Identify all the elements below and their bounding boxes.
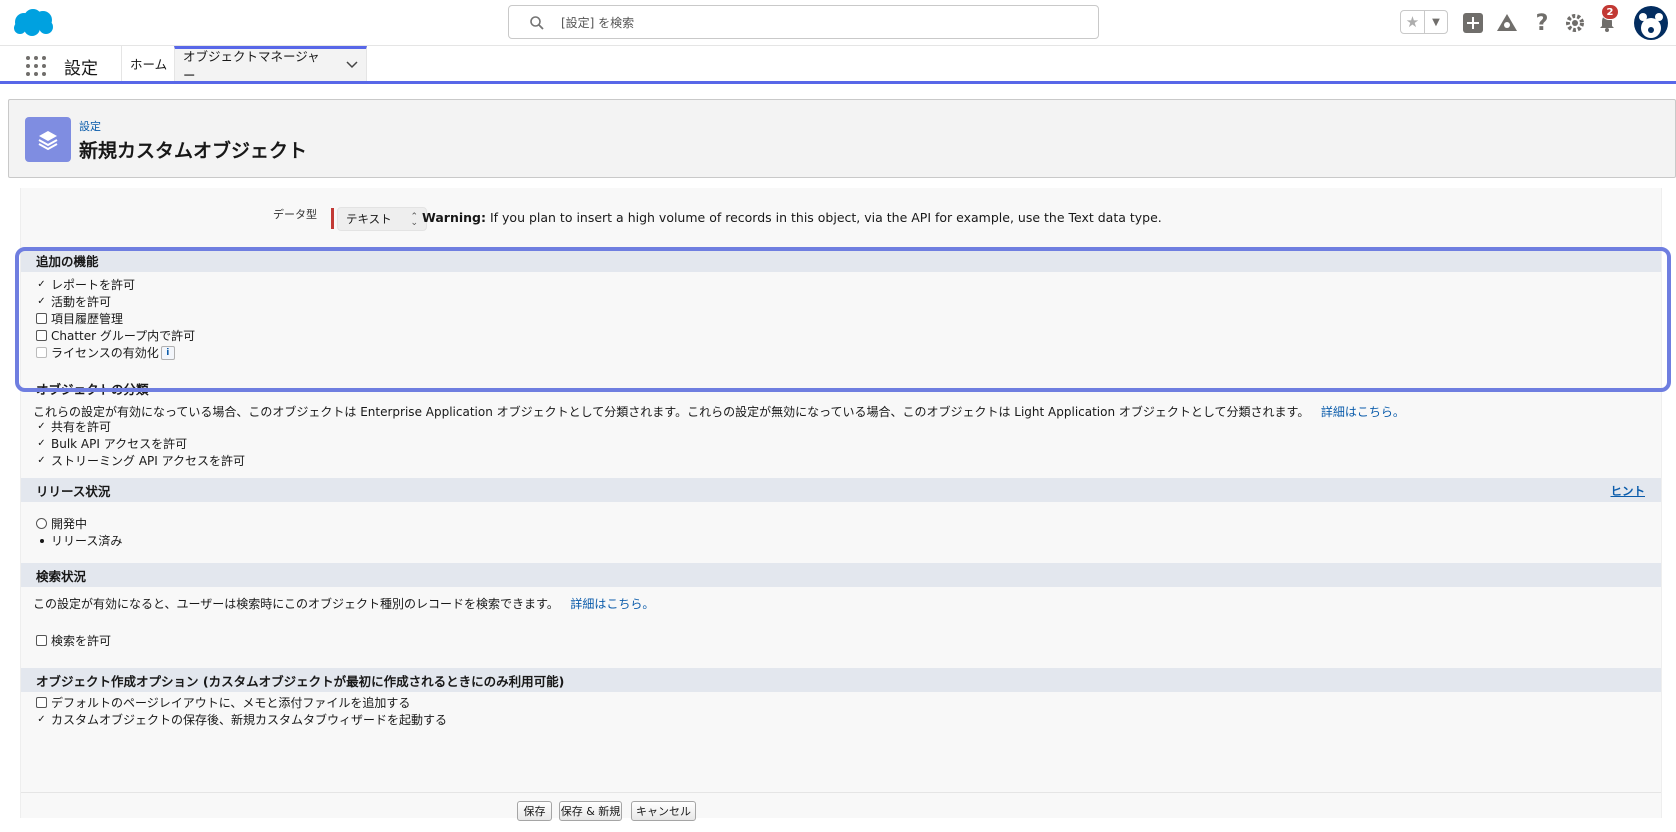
radio-label: 開発中 [51, 517, 88, 531]
section-header-features: 追加の機能 [21, 248, 1661, 272]
checkbox-launch-tab-wizard[interactable]: ✓ カスタムオブジェクトの保存後、新規カスタムタブウィザードを起動する [36, 711, 447, 728]
checkbox-allow-reports[interactable]: ✓ レポートを許可 [36, 276, 135, 293]
breadcrumb[interactable]: 設定 [79, 118, 101, 134]
save-button[interactable]: 保存 [517, 801, 552, 821]
help-icon[interactable]: ? [1529, 10, 1555, 36]
datatype-label: データ型 [273, 208, 317, 221]
check-icon: ✓ [37, 438, 46, 449]
check-icon: ✓ [37, 421, 46, 432]
checkbox-allow-sharing[interactable]: ✓ 共有を許可 [36, 418, 111, 435]
checkbox-box[interactable] [36, 330, 47, 341]
checkbox-label: 活動を許可 [51, 295, 112, 309]
save-new-button[interactable]: 保存 & 新規 [559, 801, 622, 821]
radio-label: リリース済み [51, 534, 123, 548]
check-icon: ✓ [37, 279, 46, 290]
datatype-select-value: テキスト [346, 212, 392, 226]
checkbox-add-notes-attachments[interactable]: デフォルトのページレイアウトに、メモと添付ファイルを追加する [36, 694, 410, 711]
checkbox-chatter-groups[interactable]: Chatter グループ内で許可 [36, 327, 195, 344]
trailhead-icon[interactable] [1494, 10, 1520, 36]
classification-learn-more-link[interactable]: 詳細はこちら。 [1321, 405, 1405, 419]
checkbox-label: 検索を許可 [51, 634, 112, 648]
salesforce-cloud-logo[interactable] [12, 8, 54, 38]
checkbox-streaming-api[interactable]: ✓ ストリーミング API アクセスを許可 [36, 452, 245, 469]
search-icon [530, 16, 544, 30]
notification-badge: 2 [1601, 4, 1619, 20]
checkbox-allow-search[interactable]: 検索を許可 [36, 632, 111, 649]
search-box[interactable] [508, 5, 1099, 39]
avatar[interactable] [1634, 6, 1668, 40]
checkbox-label: レポートを許可 [51, 278, 136, 292]
checkbox-bulk-api[interactable]: ✓ Bulk API アクセスを許可 [36, 435, 187, 452]
favorites-group: ★ ▼ [1400, 10, 1448, 34]
checkbox-box [36, 347, 47, 358]
checkbox-label: Chatter グループ内で許可 [51, 329, 196, 343]
checkbox-box[interactable] [36, 313, 47, 324]
context-nav: 設定 ホーム オブジェクトマネージャー [0, 46, 1676, 84]
search-status-text: この設定が有効になると、ユーザーは検索時にこのオブジェクト種別のレコードを検索で… [33, 597, 559, 611]
checkbox-enable-licensing[interactable]: ライセンスの有効化 i [36, 344, 175, 361]
required-indicator [331, 208, 334, 229]
check-icon: ✓ [37, 296, 46, 307]
section-header-search-status: 検索状況 [21, 563, 1661, 587]
check-icon: ✓ [37, 455, 46, 466]
warning-label: Warning: [422, 210, 486, 225]
chevron-down-icon[interactable] [346, 61, 358, 69]
checkbox-label: ストリーミング API アクセスを許可 [51, 454, 246, 468]
section-header-creation-options: オブジェクト作成オプション (カスタムオブジェクトが最初に作成されるときにのみ利… [21, 668, 1661, 692]
checkbox-label: デフォルトのページレイアウトに、メモと添付ファイルを追加する [51, 696, 411, 710]
tab-home[interactable]: ホーム [121, 46, 175, 81]
radio-button[interactable] [36, 518, 47, 529]
app-name: 設定 [64, 59, 98, 79]
checkbox-field-history[interactable]: 項目履歴管理 [36, 310, 123, 327]
checkbox-label: 共有を許可 [51, 420, 112, 434]
gear-icon[interactable] [1562, 10, 1588, 36]
datatype-warning: Warning: If you plan to insert a high vo… [422, 210, 1162, 225]
section-header-release: リリース状況 ヒント [21, 478, 1661, 502]
hint-link[interactable]: ヒント [1611, 483, 1646, 499]
selected-dot-icon [36, 538, 47, 543]
classification-description: これらの設定が有効になっている場合、このオブジェクトは Enterprise A… [33, 403, 1405, 420]
checkbox-allow-activities[interactable]: ✓ 活動を許可 [36, 293, 111, 310]
page-header: 設定 新規カスタムオブジェクト [8, 99, 1676, 178]
checkbox-box[interactable] [36, 697, 47, 708]
chevron-down-icon[interactable]: ▼ [1425, 11, 1447, 33]
page-title: 新規カスタムオブジェクト [79, 140, 308, 162]
button-row: 保存 保存 & 新規 キャンセル [21, 792, 1661, 832]
star-icon[interactable]: ★ [1401, 11, 1425, 33]
tab-object-manager-label: オブジェクトマネージャー [183, 49, 320, 83]
search-status-description: この設定が有効になると、ユーザーは検索時にこのオブジェクト種別のレコードを検索で… [33, 595, 654, 612]
global-header: ★ ▼ ? 2 [0, 0, 1676, 46]
check-icon: ✓ [37, 714, 46, 725]
classification-text: これらの設定が有効になっている場合、このオブジェクトは Enterprise A… [33, 405, 1310, 419]
checkbox-label: Bulk API アクセスを許可 [51, 437, 188, 451]
radio-in-development[interactable]: 開発中 [36, 515, 87, 532]
cancel-button[interactable]: キャンセル [631, 801, 696, 821]
select-arrows-icon: ⌃ ⌄ [410, 212, 418, 228]
checkbox-box[interactable] [36, 635, 47, 646]
warning-text: If you plan to insert a high volume of r… [485, 210, 1162, 225]
main-panel: データ型 テキスト ⌃ ⌄ Warning: If you plan to ins… [20, 188, 1662, 821]
checkbox-label: ライセンスの有効化 [51, 346, 159, 360]
release-title: リリース状況 [36, 483, 111, 499]
checkbox-label: 項目履歴管理 [51, 312, 124, 326]
radio-deployed[interactable]: リリース済み [36, 532, 122, 549]
layers-icon [25, 117, 71, 162]
search-status-learn-more-link[interactable]: 詳細はこちら。 [570, 597, 654, 611]
add-icon[interactable] [1460, 10, 1486, 36]
datatype-select[interactable]: テキスト ⌃ ⌄ [337, 207, 427, 231]
info-icon[interactable]: i [160, 345, 175, 360]
tab-home-label: ホーム [130, 57, 168, 72]
app-launcher-icon[interactable] [26, 56, 46, 76]
checkbox-label: カスタムオブジェクトの保存後、新規カスタムタブウィザードを起動する [51, 713, 448, 727]
search-input[interactable] [561, 12, 1081, 34]
tab-object-manager[interactable]: オブジェクトマネージャー [174, 46, 367, 83]
section-header-classification: オブジェクトの分類 [36, 381, 149, 397]
